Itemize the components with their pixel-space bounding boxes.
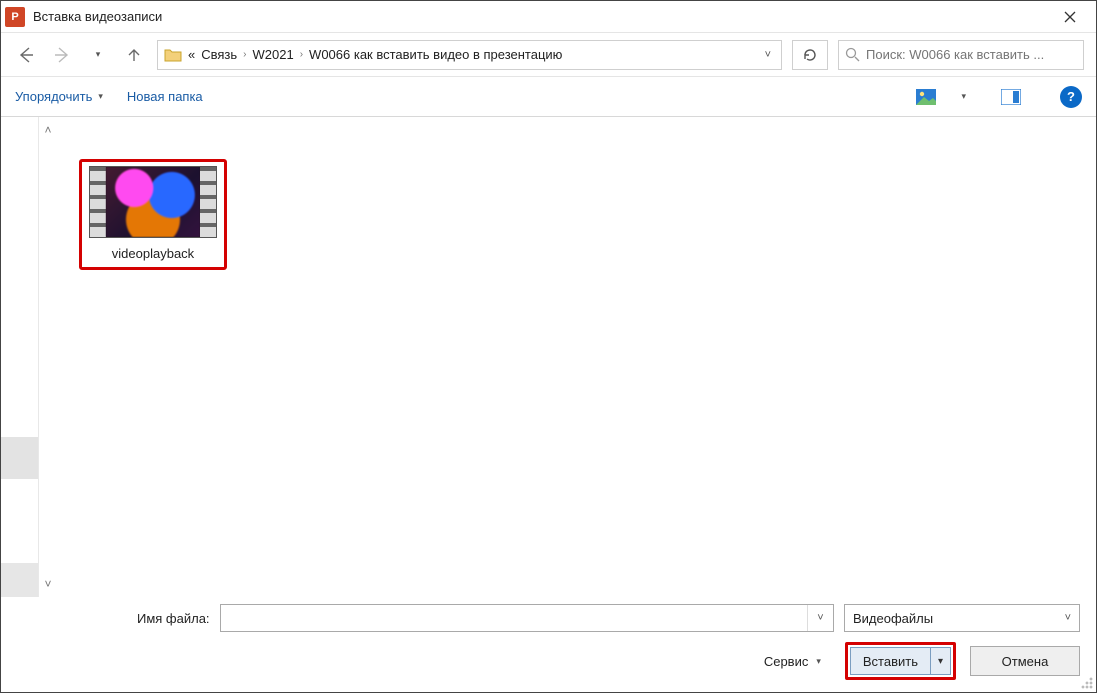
tools-button[interactable]: Сервис ▾ xyxy=(764,654,821,669)
insert-label: Вставить xyxy=(863,654,918,669)
breadcrumb-item[interactable]: W2021 xyxy=(253,47,294,62)
insert-video-dialog: P Вставка видеозаписи ▾ « Связь › W2021 … xyxy=(0,0,1097,693)
video-thumbnail-image xyxy=(106,167,200,237)
background-statusbar xyxy=(1,563,38,597)
file-item-label: videoplayback xyxy=(112,246,194,261)
toolbar: Упорядочить ▾ Новая папка ▾ ? xyxy=(1,77,1096,117)
help-icon: ? xyxy=(1067,89,1075,104)
filename-dropdown[interactable]: ˅ xyxy=(807,605,833,631)
arrow-right-icon xyxy=(53,46,71,64)
breadcrumb-item[interactable]: W0066 как вставить видео в презентацию xyxy=(309,47,562,62)
filetype-label: Видеофайлы xyxy=(853,611,933,626)
breadcrumb-dropdown[interactable]: ˅ xyxy=(765,49,775,61)
recent-locations-button[interactable]: ▾ xyxy=(85,41,111,69)
window-title: Вставка видеозаписи xyxy=(31,9,1042,24)
scroll-up-button[interactable]: ˄ xyxy=(44,123,51,137)
cancel-label: Отмена xyxy=(1002,654,1049,669)
dialog-footer: Имя файла: ˅ Видеофайлы ˅ Сервис ▾ Встав… xyxy=(1,597,1096,692)
preview-pane-button[interactable] xyxy=(1000,87,1022,107)
pictures-view-icon xyxy=(916,89,936,105)
file-list-pane[interactable]: videoplayback xyxy=(57,117,1096,597)
folder-icon xyxy=(164,47,182,63)
scroll-down-button[interactable]: ˅ xyxy=(44,577,51,591)
chevron-right-icon: › xyxy=(300,49,303,60)
new-folder-label: Новая папка xyxy=(127,89,203,104)
breadcrumb-prefix: « xyxy=(188,47,195,62)
search-icon xyxy=(845,47,860,62)
close-icon xyxy=(1064,11,1076,23)
app-icon: P xyxy=(5,7,25,27)
new-folder-button[interactable]: Новая папка xyxy=(127,89,203,104)
insert-button[interactable]: Вставить xyxy=(850,647,931,675)
nav-forward-button[interactable] xyxy=(49,41,75,69)
titlebar: P Вставка видеозаписи xyxy=(1,1,1096,33)
filetype-combobox[interactable]: Видеофайлы ˅ xyxy=(844,604,1080,632)
search-input[interactable] xyxy=(866,47,1077,62)
chevron-right-icon: › xyxy=(243,49,246,60)
arrow-up-icon xyxy=(126,47,142,63)
chevron-down-icon: ▾ xyxy=(816,656,821,667)
nav-back-button[interactable] xyxy=(13,41,39,69)
insert-button-highlight: Вставить ▾ xyxy=(845,642,956,680)
filetype-dropdown[interactable]: ˅ xyxy=(1065,612,1071,624)
chevron-down-icon: ▾ xyxy=(96,49,101,60)
filename-label: Имя файла: xyxy=(137,611,210,626)
dialog-body: ˄ ˅ videoplayback xyxy=(1,117,1096,597)
organize-label: Упорядочить xyxy=(15,89,92,104)
filename-combobox[interactable]: ˅ xyxy=(220,604,834,632)
cancel-button[interactable]: Отмена xyxy=(970,646,1080,676)
breadcrumb-item[interactable]: Связь xyxy=(201,47,237,62)
video-thumbnail xyxy=(89,166,217,238)
preview-pane-icon xyxy=(1001,89,1021,105)
organize-button[interactable]: Упорядочить ▾ xyxy=(15,89,103,104)
nav-up-button[interactable] xyxy=(121,41,147,69)
file-item-selected[interactable]: videoplayback xyxy=(79,159,227,270)
arrow-left-icon xyxy=(17,46,35,64)
refresh-icon xyxy=(802,47,818,63)
close-button[interactable] xyxy=(1048,2,1092,32)
chevron-down-icon: ▾ xyxy=(98,91,103,102)
breadcrumb[interactable]: « Связь › W2021 › W0066 как вставить вид… xyxy=(157,40,782,70)
background-app-strip xyxy=(1,117,39,597)
view-mode-button[interactable] xyxy=(915,87,937,107)
search-box[interactable] xyxy=(838,40,1084,70)
insert-split-dropdown[interactable]: ▾ xyxy=(931,647,951,675)
help-button[interactable]: ? xyxy=(1060,86,1082,108)
refresh-button[interactable] xyxy=(792,40,828,70)
nav-pane-scroll: ˄ ˅ xyxy=(39,117,57,597)
resize-grip[interactable] xyxy=(1079,675,1093,689)
background-slide-thumb xyxy=(1,437,38,479)
tools-label: Сервис xyxy=(764,654,809,669)
navbar: ▾ « Связь › W2021 › W0066 как вставить в… xyxy=(1,33,1096,77)
view-mode-dropdown[interactable]: ▾ xyxy=(961,91,966,102)
